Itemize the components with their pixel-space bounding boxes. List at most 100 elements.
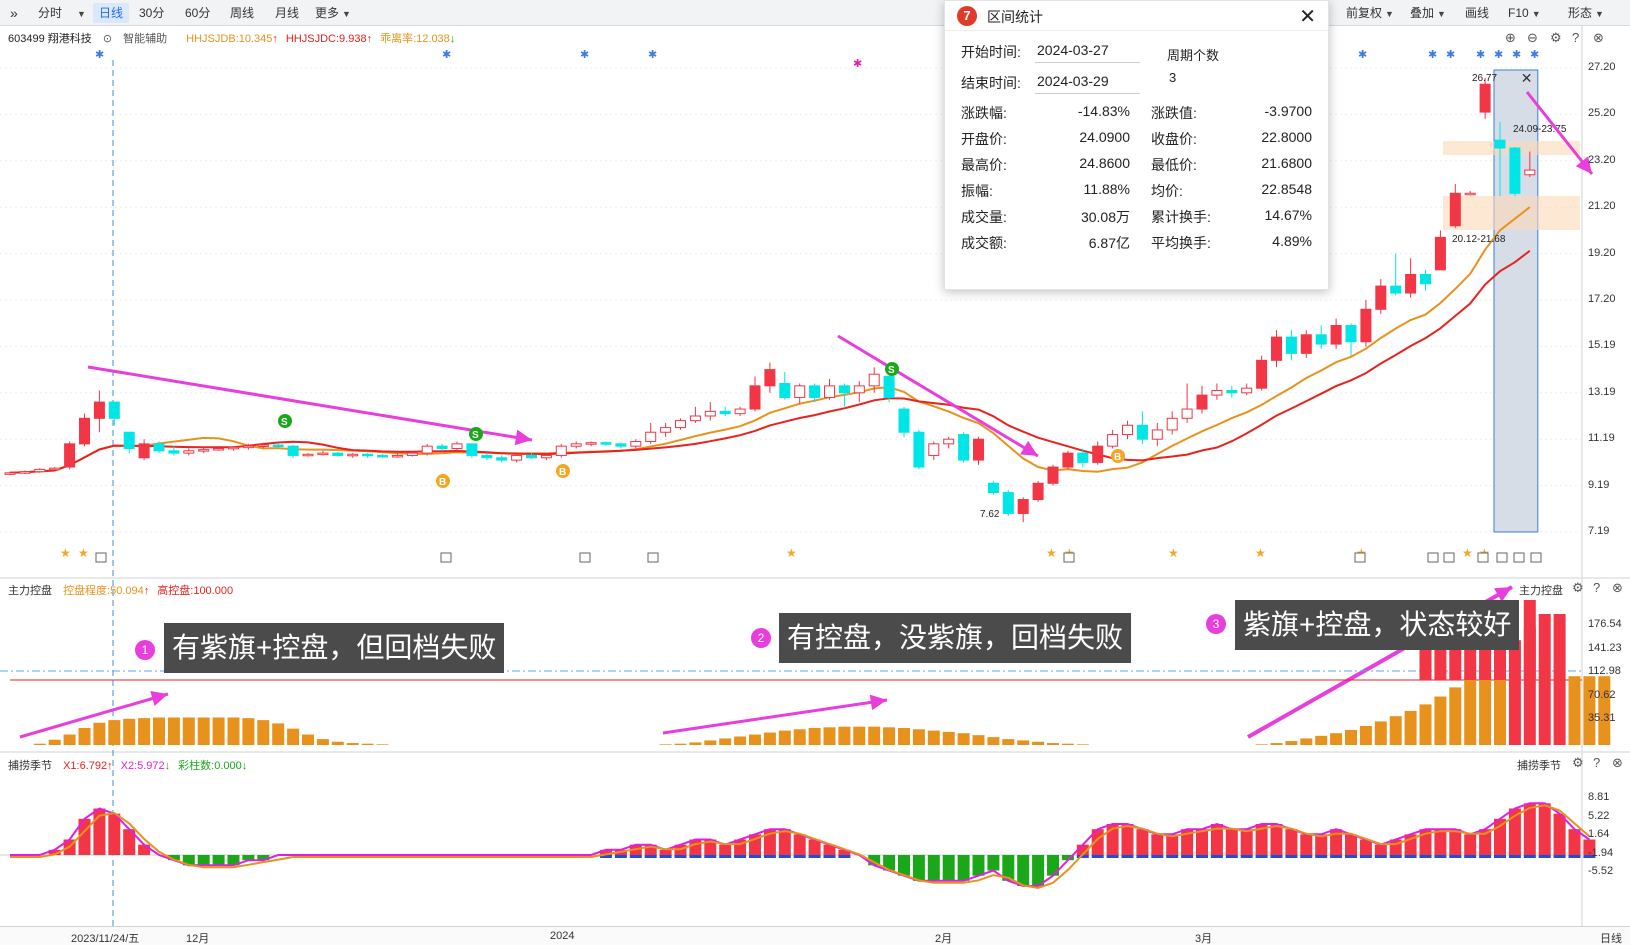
annotation-number: 3 [1206, 614, 1226, 634]
control-bar [1553, 614, 1566, 745]
candle [1196, 394, 1208, 410]
season-bar [1538, 803, 1551, 855]
asterisk-icon: ✱ [853, 58, 862, 70]
stat-value: -14.83% [1077, 103, 1130, 119]
close-icon[interactable]: ⊗ [1612, 755, 1623, 771]
season-base [1523, 855, 1536, 858]
control-bar [719, 738, 732, 745]
control-bar [659, 744, 672, 745]
annotation-number: 2 [751, 628, 771, 648]
gear-icon[interactable]: ⚙ [1572, 755, 1584, 771]
candle [481, 454, 493, 459]
candle [421, 445, 433, 454]
help-icon[interactable]: ? [1593, 580, 1600, 595]
season-bar [972, 855, 985, 876]
stat-label: 成交额: [961, 235, 1007, 251]
season-base [1345, 855, 1357, 858]
season-base [763, 855, 776, 858]
stat-label: 累计换手: [1151, 209, 1211, 225]
selection-close-icon: ✕ [1521, 70, 1533, 86]
axis-tick-label: 112.98 [1588, 665, 1621, 677]
stat-label: 均价: [1151, 183, 1183, 199]
candle [1032, 482, 1044, 501]
asterisk-icon: ✱ [648, 49, 657, 61]
candle [1300, 334, 1312, 354]
axis-tick-label: 8.81 [1588, 791, 1610, 803]
season-bar [212, 855, 225, 866]
candle [1449, 192, 1461, 227]
indicator-value: 控盘程度:50.094 [63, 585, 144, 597]
control-bar [1330, 733, 1343, 745]
candle [198, 449, 210, 452]
season-bar [1032, 855, 1045, 887]
low-price-label: 7.62 [980, 509, 1000, 520]
close-icon[interactable]: ⊗ [1612, 580, 1623, 596]
candle [1345, 325, 1357, 343]
asterisk-icon: ✱ [1358, 49, 1367, 61]
candle [1479, 83, 1491, 113]
candle [734, 408, 746, 415]
candle [1122, 424, 1133, 436]
axis-tick-label: 21.20 [1588, 200, 1616, 213]
control-bar [1047, 743, 1059, 745]
start-time-input[interactable]: 2024-03-27 [1035, 39, 1140, 63]
control-bar [1538, 614, 1551, 745]
chart-canvas[interactable]: ✕26.7724.09-23.7520.12-21.687.62SSBBBS★ ★… [0, 0, 1630, 945]
season-base [1225, 855, 1238, 858]
season-base [1508, 855, 1521, 858]
candle [555, 445, 567, 456]
control-bar [1508, 640, 1521, 745]
season-bar [1374, 844, 1387, 855]
axis-tick-label: 1.64 [1588, 828, 1610, 840]
candle [526, 454, 537, 459]
axis-tick-label: 11.19 [1588, 432, 1615, 445]
candle [1464, 192, 1476, 196]
date-label: 2024 [550, 930, 575, 942]
control-bar [1255, 744, 1268, 745]
candle [34, 468, 46, 473]
indicator-value: X1:6.792 [63, 760, 108, 772]
control-bar [868, 726, 881, 745]
control-bar [1345, 729, 1357, 745]
season-bar [1464, 834, 1477, 855]
control-bar [793, 729, 806, 745]
season-bar [1017, 855, 1030, 887]
season-base [1419, 855, 1432, 858]
candle [1062, 452, 1074, 468]
note-icon [1477, 552, 1489, 563]
control-bar [734, 736, 747, 745]
candle [868, 373, 880, 387]
start-time-label: 开始时间: [961, 44, 1021, 60]
note-icon [1530, 552, 1542, 563]
control-bar [1449, 687, 1462, 745]
season-base [1404, 855, 1417, 858]
control-bar [1598, 676, 1611, 745]
dialog-titlebar: 7 区间统计 ✕ [945, 1, 1328, 31]
control-bar [898, 727, 910, 745]
axis-tick-label: 35.31 [1588, 712, 1616, 724]
season-bar [1434, 829, 1447, 855]
note-icon [1063, 552, 1075, 563]
trend-arrow [837, 334, 1039, 458]
season-base [1210, 855, 1223, 858]
season-panel-name: 捕捞季节 [8, 760, 52, 772]
axis-tick-label: 27.20 [1588, 61, 1616, 73]
candle [1375, 285, 1387, 310]
annotation-box: 有控盘，没紫旗，回档失败 [779, 613, 1132, 663]
note-icon [1443, 552, 1455, 563]
asterisk-icon: ✱ [1530, 49, 1539, 61]
stat-label: 平均换手: [1151, 235, 1211, 251]
control-bar [167, 717, 180, 745]
help-icon[interactable]: ? [1593, 755, 1600, 770]
stat-value: 14.67% [1264, 207, 1312, 223]
candle [958, 434, 970, 461]
control-bar [153, 717, 165, 745]
dialog-title: 区间统计 [987, 9, 1043, 25]
candle [1226, 389, 1238, 394]
stat-value: 6.87亿 [1088, 235, 1130, 251]
gear-icon[interactable]: ⚙ [1572, 580, 1584, 596]
end-time-input[interactable]: 2024-03-29 [1035, 70, 1140, 94]
candle [1151, 429, 1163, 440]
control-bar [912, 729, 925, 745]
close-icon[interactable]: ✕ [1299, 4, 1316, 29]
